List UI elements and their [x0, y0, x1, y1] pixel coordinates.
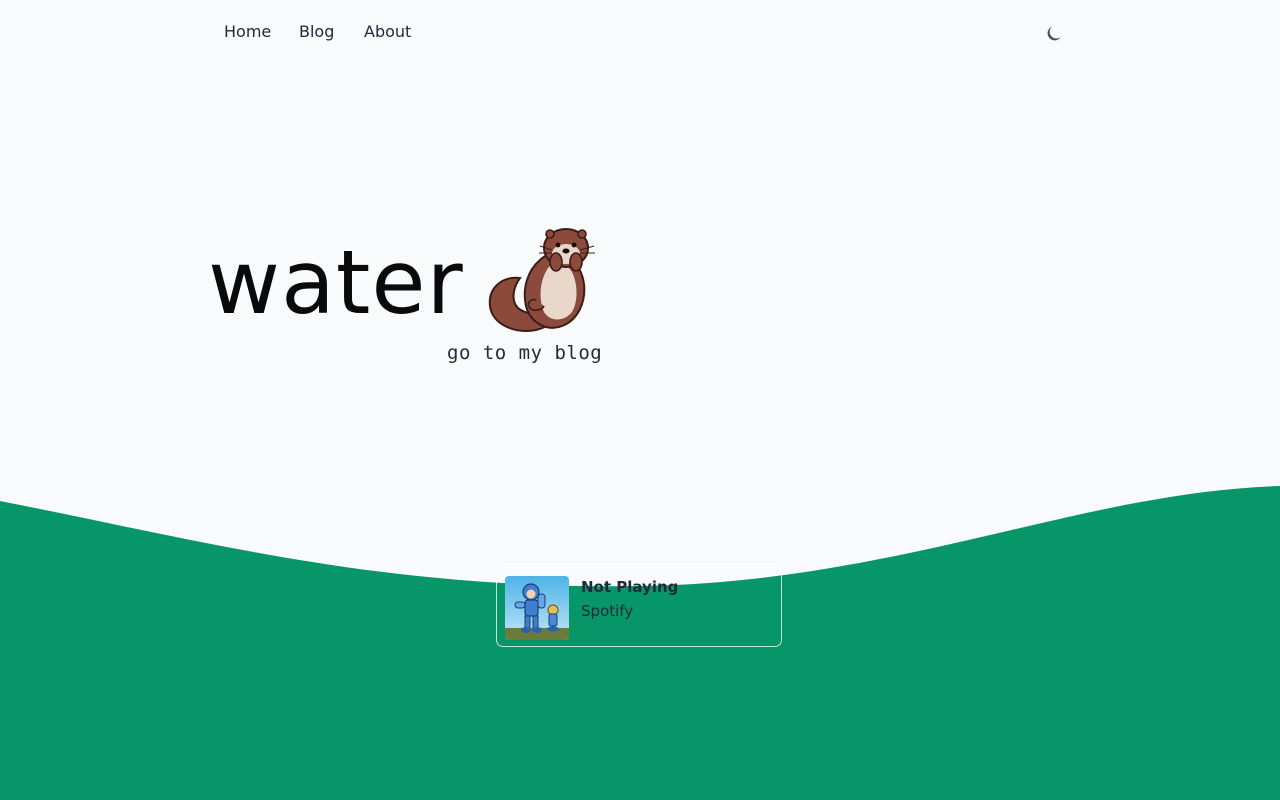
now-playing-status: Not Playing — [581, 578, 679, 596]
now-playing-service: Spotify — [581, 602, 634, 620]
moon-icon — [1047, 26, 1061, 41]
nav-about-link[interactable]: About — [364, 21, 411, 43]
otter-icon — [488, 228, 595, 332]
top-nav: Home Blog About — [0, 0, 1280, 64]
now-playing-card[interactable]: Not Playing Spotify — [496, 567, 782, 647]
hero-title: water — [208, 231, 464, 334]
nav-home-link[interactable]: Home — [224, 21, 271, 43]
theme-toggle-button[interactable] — [1040, 17, 1070, 47]
go-to-blog-link[interactable]: go to my blog — [447, 342, 602, 364]
album-art-icon — [505, 576, 569, 640]
page: Home Blog About water go to my blog Not … — [0, 0, 1280, 800]
nav-blog-link[interactable]: Blog — [299, 21, 334, 43]
